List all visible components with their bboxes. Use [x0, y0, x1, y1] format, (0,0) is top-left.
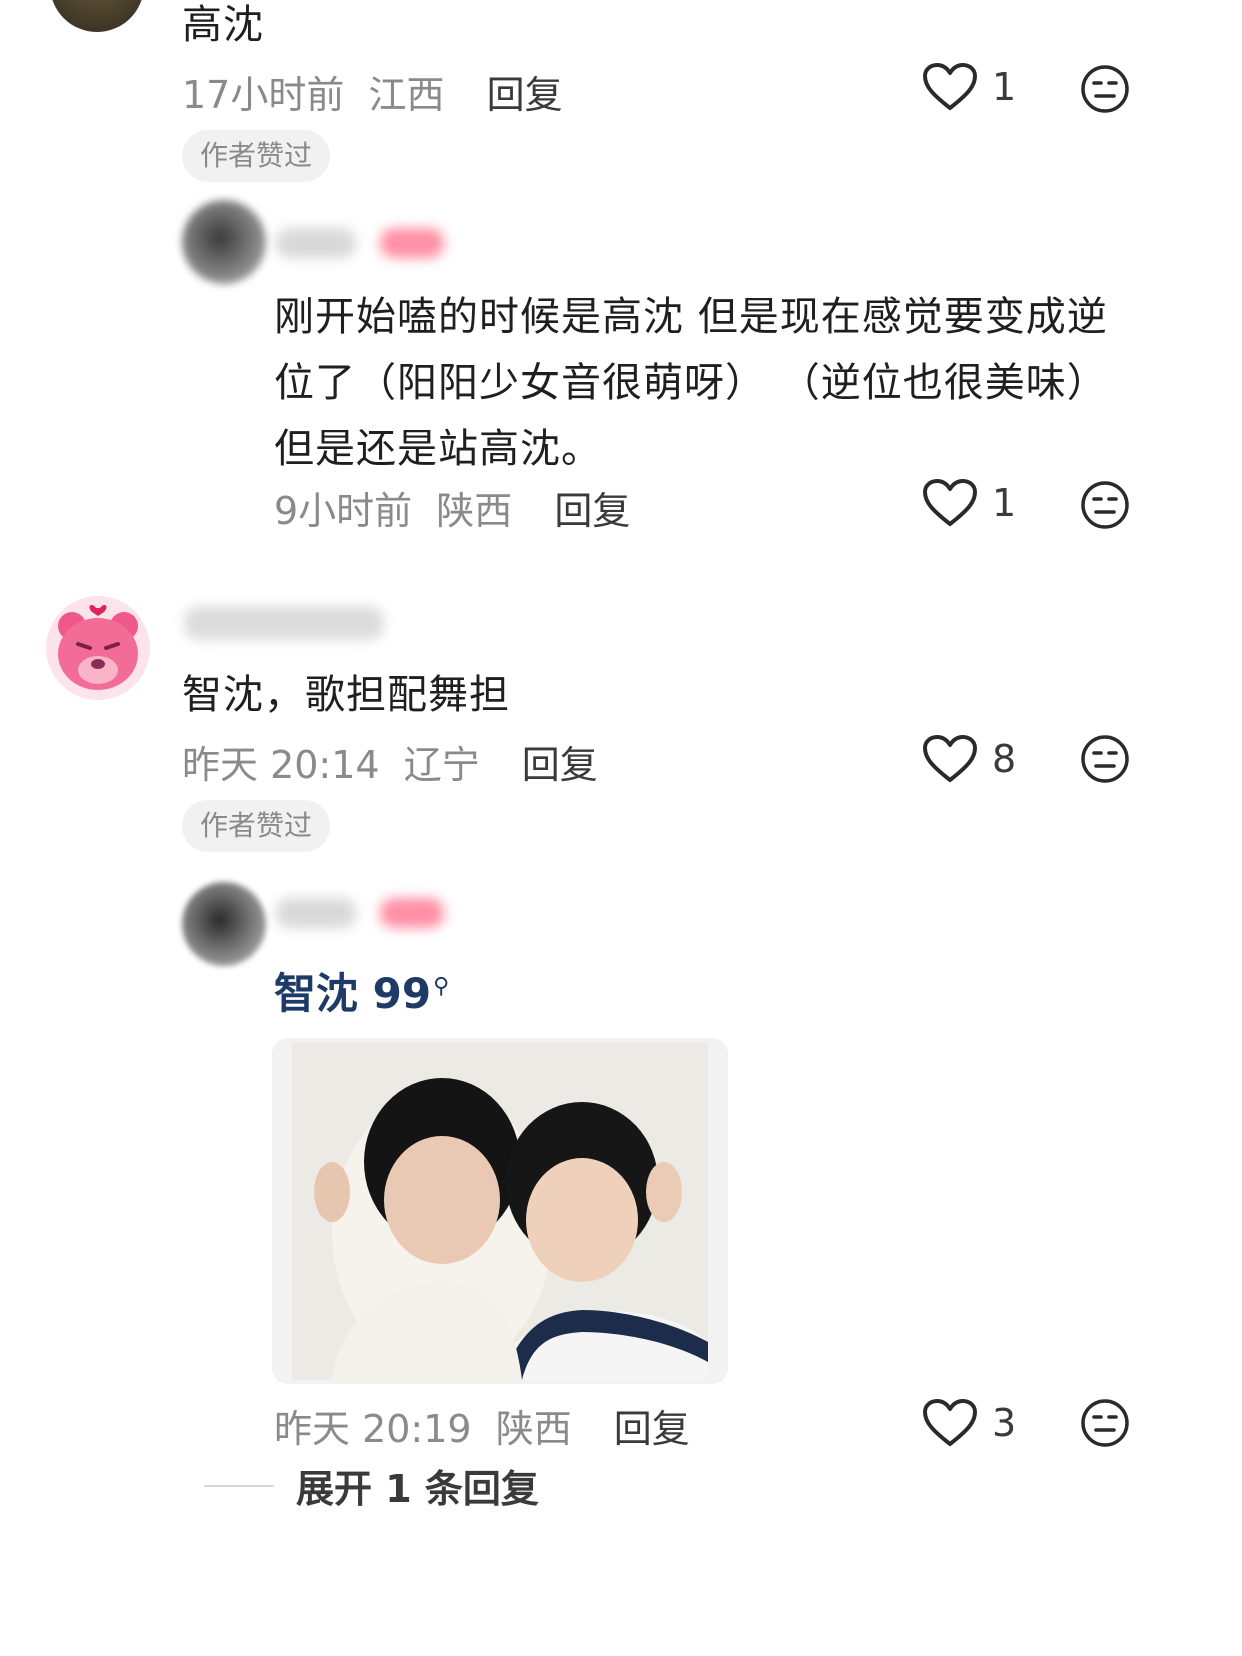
reply-image-frame[interactable]: [272, 1038, 728, 1384]
like-count: 3: [992, 1401, 1017, 1445]
comment-meta: 昨天 20:14 辽宁 回复: [182, 734, 598, 789]
heart-outline-icon: [923, 735, 977, 782]
expand-replies-button[interactable]: 展开 1 条回复: [296, 1458, 539, 1513]
author-badge: [380, 898, 444, 928]
comment-location: 陕西: [436, 489, 513, 533]
comment-text: 刚开始嗑的时候是高沈 但是现在感觉要变成逆位了（阳阳少女音很萌呀） （逆位也很美…: [274, 294, 1108, 472]
like-count: 1: [992, 65, 1017, 109]
expand-divider: [204, 1485, 274, 1487]
bear-avatar-icon: [58, 605, 138, 690]
neutral-face-icon[interactable]: [1080, 64, 1130, 114]
comment-location: 陕西: [495, 1407, 572, 1451]
comment-text: 高沈: [182, 2, 264, 48]
comment-meta: 昨天 20:19 陕西 回复: [274, 1398, 690, 1453]
reply-button[interactable]: 回复: [614, 1407, 690, 1451]
username[interactable]: [276, 898, 356, 928]
comment-text: 智沈，歌担配舞担: [182, 672, 510, 718]
like-count: 1: [992, 481, 1017, 525]
search-icon: ⚲: [433, 974, 450, 999]
reply-button[interactable]: 回复: [554, 489, 630, 533]
reply-button[interactable]: 回复: [522, 743, 598, 787]
avatar[interactable]: [46, 596, 150, 700]
username[interactable]: [276, 228, 356, 258]
neutral-face-icon[interactable]: [1080, 480, 1130, 530]
avatar[interactable]: [50, 0, 144, 32]
like-count: 8: [992, 737, 1017, 781]
comment-location: 辽宁: [403, 743, 480, 787]
heart-outline-icon: [923, 1399, 977, 1446]
comment-time: 昨天 20:14: [182, 743, 380, 787]
comment-meta: 17小时前 江西 回复: [182, 64, 563, 119]
search-keyword-link[interactable]: 智沈 99⚲: [274, 960, 449, 1021]
author-badge: [380, 228, 444, 258]
comment-location: 江西: [368, 73, 445, 117]
neutral-face-icon[interactable]: [1080, 1398, 1130, 1448]
avatar[interactable]: [182, 882, 266, 966]
like-button[interactable]: 1: [922, 62, 1016, 112]
author-liked-tag: 作者赞过: [182, 130, 331, 182]
comment-time: 9小时前: [274, 489, 413, 533]
comment-time: 17小时前: [182, 73, 345, 117]
neutral-face-icon[interactable]: [1080, 734, 1130, 784]
heart-outline-icon: [923, 63, 977, 110]
like-button[interactable]: 3: [922, 1398, 1016, 1448]
like-button[interactable]: 8: [922, 734, 1016, 784]
reply-button[interactable]: 回复: [487, 73, 563, 117]
reply-image[interactable]: [292, 1042, 708, 1380]
like-button[interactable]: 1: [922, 478, 1016, 528]
comment-time: 昨天 20:19: [274, 1407, 472, 1451]
search-keyword-text: 智沈 99: [274, 969, 432, 1018]
username[interactable]: [184, 606, 384, 640]
avatar[interactable]: [182, 200, 266, 284]
heart-outline-icon: [923, 479, 977, 526]
comment-meta: 9小时前 陕西 回复: [274, 480, 630, 535]
author-liked-tag: 作者赞过: [182, 800, 331, 852]
photo-icon: [292, 1042, 708, 1380]
